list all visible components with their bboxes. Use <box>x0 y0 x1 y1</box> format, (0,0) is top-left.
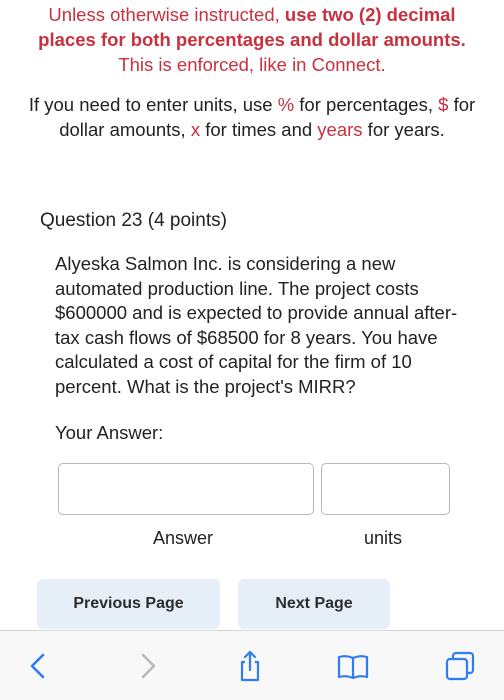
dollar-symbol: $ <box>438 94 449 115</box>
question-text: Alyeska Salmon Inc. is considering a new… <box>55 253 458 397</box>
units-note-text: for times and <box>200 119 318 140</box>
your-answer-prompt: Your Answer: <box>55 422 164 443</box>
browser-toolbar <box>0 630 504 700</box>
units-note-text: If you need to enter units, use <box>28 94 278 115</box>
tabs-icon[interactable] <box>443 649 477 683</box>
units-input[interactable] <box>321 463 450 515</box>
question-points: (4 points) <box>147 210 227 231</box>
question-heading: Question 23 (4 points) <box>40 210 227 232</box>
instructions-text-1: Unless otherwise instructed, <box>48 4 285 25</box>
bookmarks-icon[interactable] <box>336 649 370 683</box>
units-note-text: for percentages, <box>294 94 439 115</box>
forward-icon[interactable] <box>130 649 164 683</box>
back-icon[interactable] <box>22 649 56 683</box>
next-page-button[interactable]: Next Page <box>238 579 390 629</box>
years-word: years <box>317 119 363 140</box>
share-icon[interactable] <box>233 649 267 683</box>
answer-input[interactable] <box>58 463 314 515</box>
units-label: units <box>364 528 403 548</box>
previous-page-button[interactable]: Previous Page <box>37 579 220 629</box>
answer-label: Answer <box>153 528 214 548</box>
percent-symbol: % <box>277 94 295 115</box>
instructions-text-3: This is enforced, like in Connect. <box>118 54 386 75</box>
units-note: If you need to enter units, use % for pe… <box>18 92 486 142</box>
times-symbol: x <box>190 119 201 140</box>
decimal-instructions: Unless otherwise instructed, use two (2)… <box>24 2 480 77</box>
units-note-text: for years. <box>362 119 445 140</box>
question-title: Question 23 <box>40 210 143 231</box>
